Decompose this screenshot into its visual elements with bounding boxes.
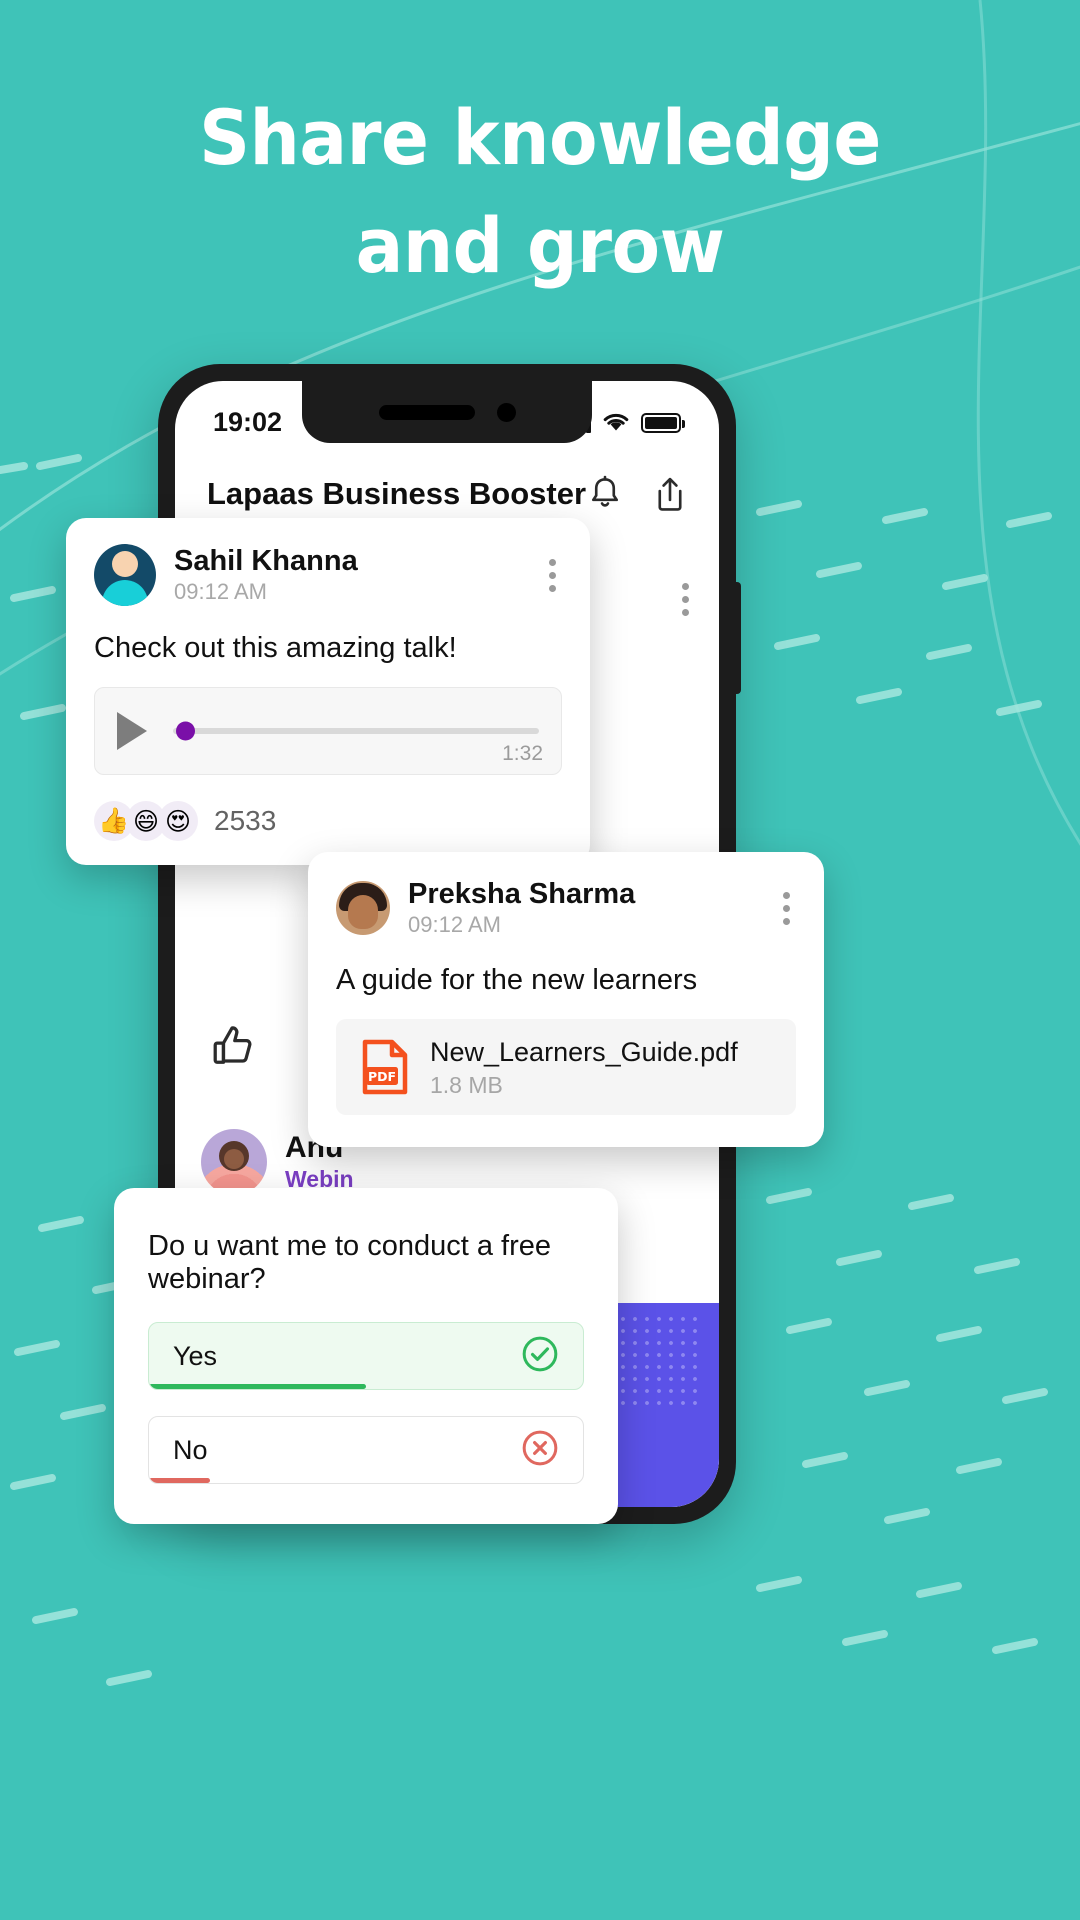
pdf-post-card: Preksha Sharma 09:12 AM A guide for the …: [308, 852, 824, 1148]
post-author-name: Sahil Khanna: [174, 544, 358, 577]
pdf-filesize: 1.8 MB: [430, 1071, 503, 1098]
audio-duration: 1:32: [502, 742, 543, 765]
status-bar-time: 19:02: [213, 406, 283, 437]
feed-post-1-more-icon[interactable]: [682, 583, 689, 616]
more-vertical-icon[interactable]: [549, 558, 562, 592]
phone-notch: [302, 381, 592, 443]
check-circle-icon: [521, 1335, 559, 1378]
front-camera-icon: [496, 402, 516, 422]
cross-circle-icon: [521, 1429, 559, 1472]
heart-eyes-emoji-icon[interactable]: 😍: [158, 801, 198, 841]
phone-side-button: [734, 582, 741, 694]
poll-question: Do u want me to conduct a free webinar?: [148, 1230, 551, 1295]
audio-player[interactable]: 1:32: [94, 687, 562, 775]
svg-text:PDF: PDF: [368, 1069, 396, 1084]
poll-option-label: No: [173, 1434, 208, 1465]
wifi-icon: [603, 413, 629, 431]
thumbs-up-icon[interactable]: [209, 1023, 259, 1069]
poll-option-no[interactable]: No: [148, 1416, 584, 1484]
earpiece-speaker-icon: [378, 404, 475, 420]
post-message: A guide for the new learners: [336, 964, 698, 997]
poll-option-yes[interactable]: Yes: [148, 1322, 584, 1390]
more-vertical-icon[interactable]: [783, 891, 796, 925]
reaction-count: 2533: [214, 805, 277, 836]
page-title: Share knowledge and grow: [38, 84, 1042, 300]
headline-line-1: Share knowledge: [199, 93, 881, 182]
reactions-row[interactable]: 👍 😄 😍 2533: [94, 801, 562, 841]
audio-progress-knob[interactable]: [176, 721, 196, 741]
notification-bell-icon[interactable]: [587, 475, 623, 513]
post-timestamp: 09:12 AM: [174, 579, 267, 605]
post-message: Check out this amazing talk!: [94, 632, 457, 664]
pdf-filename: New_Learners_Guide.pdf: [430, 1037, 738, 1068]
play-icon[interactable]: [117, 712, 147, 750]
avatar: [336, 881, 390, 936]
pdf-file-icon: PDF: [360, 1039, 410, 1095]
poll-option-label: Yes: [173, 1340, 218, 1371]
audio-progress-track[interactable]: [173, 721, 539, 741]
post-timestamp: 09:12 AM: [408, 912, 501, 938]
headline-line-2: and grow: [355, 200, 725, 290]
pdf-attachment[interactable]: PDF New_Learners_Guide.pdf 1.8 MB: [336, 1019, 796, 1116]
share-upload-icon[interactable]: [653, 475, 687, 513]
post-author-name: Preksha Sharma: [408, 878, 636, 910]
poll-option-progress-bar: [149, 1384, 366, 1389]
battery-full-icon: [641, 413, 685, 433]
avatar: [201, 1129, 267, 1195]
avatar: [94, 544, 156, 606]
app-title: Lapaas Business Booster: [207, 476, 587, 511]
audio-post-card: Sahil Khanna 09:12 AM Check out this ama…: [66, 518, 590, 865]
poll-option-progress-bar: [149, 1478, 210, 1483]
poll-card: Do u want me to conduct a free webinar? …: [114, 1188, 618, 1524]
